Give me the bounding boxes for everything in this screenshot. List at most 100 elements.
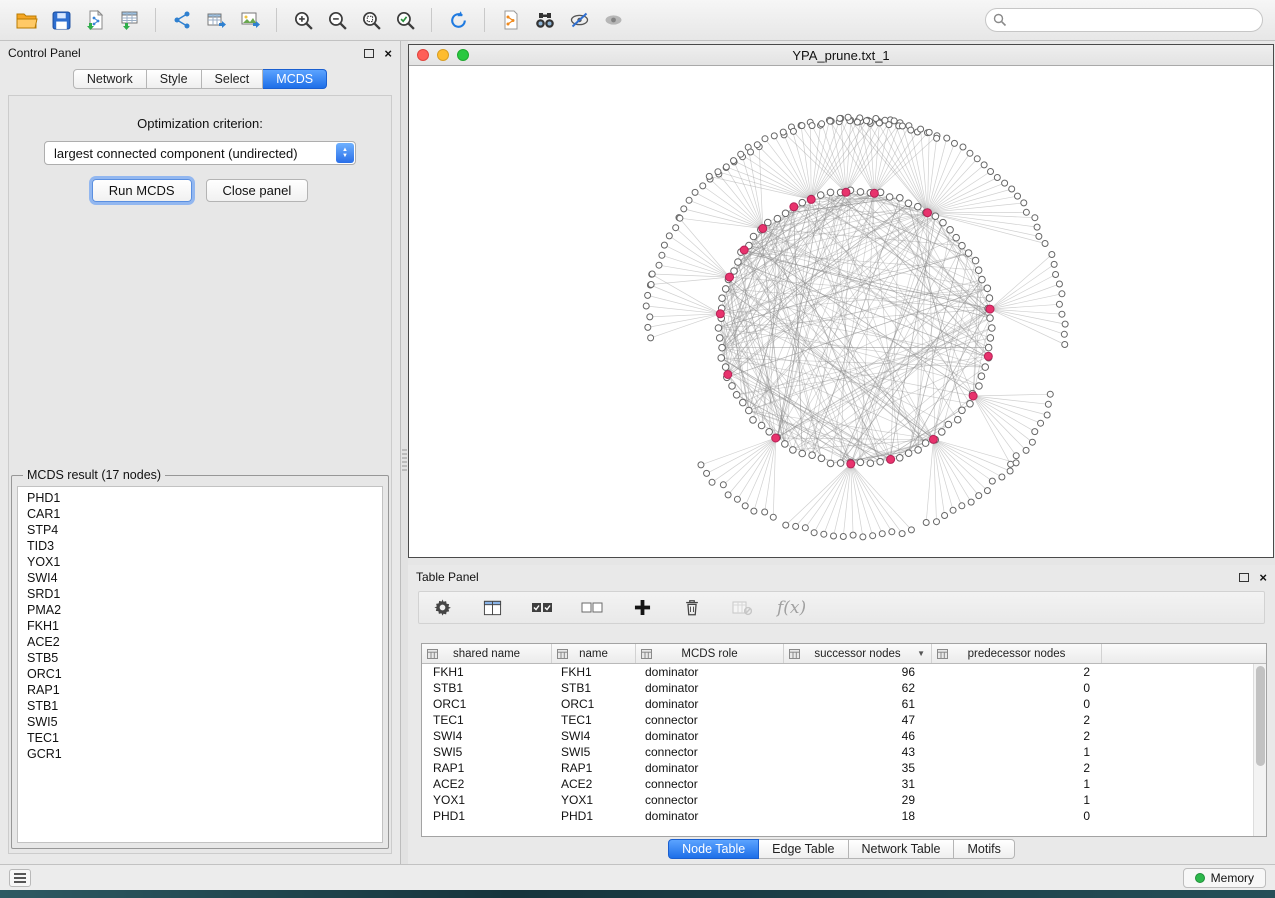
- toolbar-separator: [484, 8, 485, 32]
- table-row[interactable]: YOX1YOX1connector291: [422, 792, 1253, 808]
- table-settings-gear-icon[interactable]: [427, 593, 457, 623]
- float-panel-icon[interactable]: [364, 49, 374, 58]
- mcds-result-item[interactable]: FKH1: [27, 618, 382, 634]
- save-session-button[interactable]: [46, 5, 76, 35]
- mcds-result-item[interactable]: PMA2: [27, 602, 382, 618]
- show-columns-icon[interactable]: [477, 593, 507, 623]
- tab-network-table[interactable]: Network Table: [849, 839, 955, 859]
- splitter-grip-icon[interactable]: [402, 449, 407, 471]
- clone-network-button[interactable]: [496, 5, 526, 35]
- mcds-result-item[interactable]: PHD1: [27, 490, 382, 506]
- network-canvas[interactable]: [409, 66, 1273, 557]
- search-input[interactable]: [985, 8, 1263, 32]
- search-icon: [993, 13, 1007, 32]
- float-table-panel-icon[interactable]: [1239, 573, 1249, 582]
- table-row[interactable]: FKH1FKH1dominator962: [422, 664, 1253, 680]
- deselect-all-icon[interactable]: [577, 593, 607, 623]
- delete-column-trash-icon[interactable]: [677, 593, 707, 623]
- scrollbar-thumb[interactable]: [1256, 666, 1265, 766]
- table-row[interactable]: ACE2ACE2connector311: [422, 776, 1253, 792]
- table-cell: dominator: [636, 760, 784, 776]
- run-mcds-button[interactable]: Run MCDS: [92, 179, 192, 202]
- mcds-result-item[interactable]: SWI4: [27, 570, 382, 586]
- export-table-button[interactable]: [201, 5, 231, 35]
- add-column-plus-icon[interactable]: [627, 593, 657, 623]
- tab-node-table[interactable]: Node Table: [668, 839, 759, 859]
- table-row[interactable]: SWI5SWI5connector431: [422, 744, 1253, 760]
- mcds-result-item[interactable]: STB5: [27, 650, 382, 666]
- mcds-result-item[interactable]: STP4: [27, 522, 382, 538]
- table-row[interactable]: PHD1PHD1dominator180: [422, 808, 1253, 824]
- dropdown-stepper-icon: ▲▼: [336, 143, 354, 163]
- refresh-button[interactable]: [443, 5, 473, 35]
- table-row[interactable]: ORC1ORC1dominator610: [422, 696, 1253, 712]
- table-cell: 2: [932, 664, 1102, 680]
- import-table-file-button[interactable]: [114, 5, 144, 35]
- sort-arrow-icon[interactable]: ▼: [917, 649, 925, 658]
- column-header-MCDS-role[interactable]: MCDS role: [636, 644, 784, 663]
- horizontal-splitter[interactable]: [408, 558, 1275, 565]
- column-table-icon: [641, 649, 652, 662]
- column-header-name[interactable]: name: [552, 644, 636, 663]
- zoom-out-button[interactable]: [322, 5, 352, 35]
- mcds-result-list[interactable]: PHD1CAR1STP4TID3YOX1SWI4SRD1PMA2FKH1ACE2…: [17, 486, 383, 843]
- column-header-successor-nodes[interactable]: successor nodes▼: [784, 644, 932, 663]
- new-network-button[interactable]: [167, 5, 197, 35]
- mcds-result-item[interactable]: CAR1: [27, 506, 382, 522]
- table-cell: 0: [932, 680, 1102, 696]
- table-scrollbar[interactable]: [1253, 664, 1266, 836]
- memory-button[interactable]: Memory: [1183, 868, 1266, 888]
- tab-select[interactable]: Select: [202, 69, 264, 89]
- table-cell: connector: [636, 744, 784, 760]
- show-graphics-eye-icon[interactable]: [598, 5, 628, 35]
- mcds-result-item[interactable]: TID3: [27, 538, 382, 554]
- tab-style[interactable]: Style: [147, 69, 202, 89]
- zoom-selected-button[interactable]: [390, 5, 420, 35]
- mcds-result-item[interactable]: ORC1: [27, 666, 382, 682]
- zoom-in-button[interactable]: [288, 5, 318, 35]
- close-panel-button[interactable]: Close panel: [206, 179, 309, 202]
- vertical-splitter[interactable]: [401, 41, 408, 864]
- tab-mcds[interactable]: MCDS: [263, 69, 327, 89]
- mcds-result-item[interactable]: SWI5: [27, 714, 382, 730]
- open-file-button[interactable]: [12, 5, 42, 35]
- mcds-result-item[interactable]: SRD1: [27, 586, 382, 602]
- main-toolbar: [0, 0, 1275, 41]
- find-binoculars-icon[interactable]: [530, 5, 560, 35]
- export-image-button[interactable]: [235, 5, 265, 35]
- tab-motifs[interactable]: Motifs: [954, 839, 1014, 859]
- right-area: YPA_prune.txt_1 Table Panel ×: [408, 41, 1275, 864]
- optimization-criterion-select[interactable]: largest connected component (undirected)…: [44, 141, 356, 165]
- import-network-file-button[interactable]: [80, 5, 110, 35]
- mcds-result-item[interactable]: GCR1: [27, 746, 382, 762]
- mcds-result-item[interactable]: RAP1: [27, 682, 382, 698]
- menu-lines-icon: [14, 877, 26, 879]
- hide-selection-icon[interactable]: [564, 5, 594, 35]
- table-row[interactable]: SWI4SWI4dominator462: [422, 728, 1253, 744]
- tab-edge-table[interactable]: Edge Table: [759, 839, 848, 859]
- mcds-result-item[interactable]: TEC1: [27, 730, 382, 746]
- function-builder-icon: f(x): [777, 598, 806, 618]
- table-cell: 62: [784, 680, 932, 696]
- mcds-result-item[interactable]: YOX1: [27, 554, 382, 570]
- column-header-shared-name[interactable]: shared name: [422, 644, 552, 663]
- table-row[interactable]: STB1STB1dominator620: [422, 680, 1253, 696]
- close-panel-x-icon[interactable]: ×: [384, 47, 392, 60]
- zoom-fit-button[interactable]: [356, 5, 386, 35]
- table-cell: dominator: [636, 696, 784, 712]
- select-all-icon[interactable]: [527, 593, 557, 623]
- table-cell: ORC1: [552, 696, 636, 712]
- network-titlebar: YPA_prune.txt_1: [409, 45, 1273, 66]
- panel-menu-button[interactable]: [9, 869, 31, 887]
- table-row[interactable]: TEC1TEC1connector472: [422, 712, 1253, 728]
- mcds-result-item[interactable]: ACE2: [27, 634, 382, 650]
- close-table-panel-x-icon[interactable]: ×: [1259, 571, 1267, 584]
- mcds-result-item[interactable]: STB1: [27, 698, 382, 714]
- table-panel-title: Table Panel: [416, 570, 479, 584]
- table-header-row: shared namenameMCDS rolesuccessor nodes▼…: [422, 644, 1266, 664]
- tab-network[interactable]: Network: [73, 69, 147, 89]
- table-cell: connector: [636, 712, 784, 728]
- table-row[interactable]: RAP1RAP1dominator352: [422, 760, 1253, 776]
- table-cell: STB1: [422, 680, 552, 696]
- column-header-predecessor-nodes[interactable]: predecessor nodes: [932, 644, 1102, 663]
